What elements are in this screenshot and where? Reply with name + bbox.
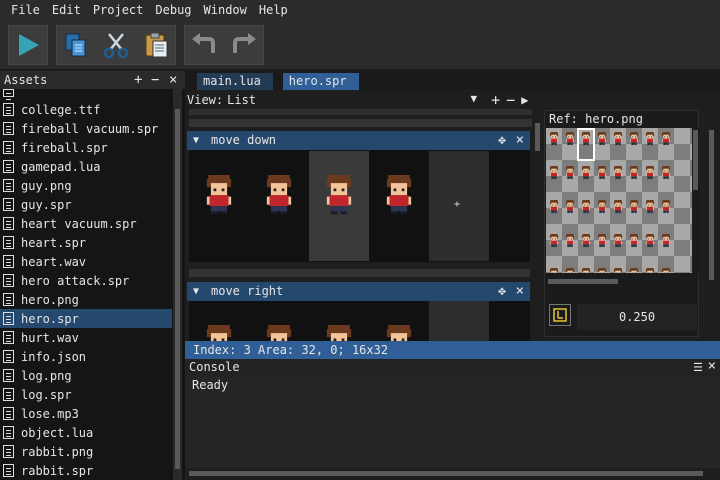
console-text: Ready [192, 378, 229, 392]
scroll-thumb[interactable] [693, 130, 698, 190]
console-panel: Console ☰ × Ready [185, 358, 720, 480]
status-bar: Index: 3 Area: 32, 0; 16x32 [185, 341, 720, 359]
ref-file: hero.png [585, 112, 643, 126]
ref-hscroll[interactable] [546, 277, 692, 285]
scroll-thumb[interactable] [189, 471, 703, 476]
reference-panel: Ref: hero.png 0.250 [544, 110, 706, 337]
duration-field[interactable]: 0.250 [577, 304, 697, 330]
close-icon[interactable]: × [708, 358, 716, 375]
hero-sprite-frame-0 [206, 175, 232, 215]
console-title: Console [189, 360, 240, 374]
scroll-thumb[interactable] [548, 279, 618, 284]
hero-sprite-frame-2 [326, 175, 352, 215]
timer-icon[interactable] [549, 304, 571, 326]
menu-icon[interactable]: ☰ [693, 359, 703, 376]
side-scrollbar[interactable] [707, 110, 716, 337]
console-hscroll[interactable] [187, 469, 705, 478]
ref-label: Ref: [549, 112, 578, 126]
clock-icon [553, 308, 567, 322]
console-output: Ready [185, 376, 720, 468]
ref-vscroll[interactable] [692, 128, 699, 273]
scroll-thumb[interactable] [709, 130, 714, 280]
reference-image[interactable] [546, 128, 706, 288]
hero-sprite-frame-1 [266, 175, 292, 215]
hero-sprite-frame-3 [386, 175, 412, 215]
console-header: Console ☰ × [185, 358, 720, 376]
ref-title: Ref: hero.png [549, 112, 643, 126]
hero-sheet [546, 128, 706, 288]
